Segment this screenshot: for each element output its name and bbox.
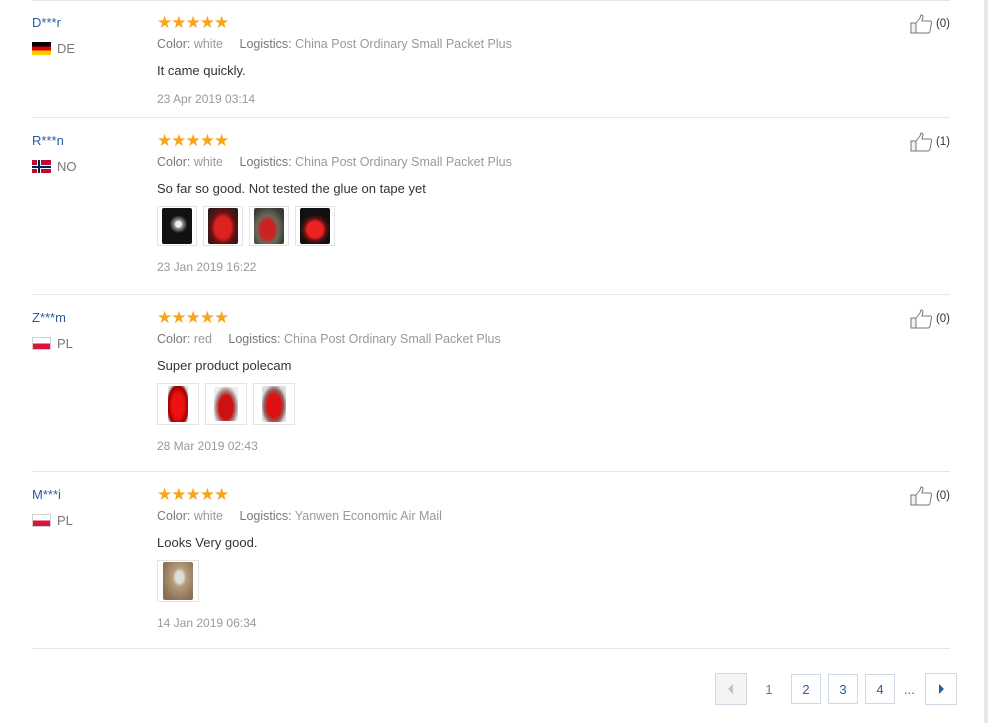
review-content: ★★★★★ Color: white Logistics: China Post… bbox=[157, 14, 525, 106]
helpful-count: (1) bbox=[935, 136, 950, 148]
thumbs-up-icon bbox=[910, 132, 933, 152]
color-value: white bbox=[193, 509, 224, 523]
helpful-count: (0) bbox=[935, 490, 950, 502]
next-page-button[interactable] bbox=[924, 673, 957, 705]
review-photo-thumbnail[interactable] bbox=[295, 206, 335, 246]
logistics-value: China Post Ordinary Small Packet Plus bbox=[295, 37, 512, 51]
logistics-value: China Post Ordinary Small Packet Plus bbox=[295, 155, 512, 169]
logistics-label: Logistics: bbox=[239, 37, 292, 51]
reviewer-country: NO bbox=[32, 159, 77, 174]
color-label: Color: bbox=[157, 37, 191, 51]
country-code: NO bbox=[57, 159, 77, 174]
thumbs-up-icon bbox=[910, 486, 933, 506]
review-content: ★★★★★ Color: white Logistics: China Post… bbox=[157, 132, 525, 274]
scrollbar-track[interactable] bbox=[984, 0, 988, 723]
pagination-ellipsis: ... bbox=[904, 681, 915, 697]
review-meta: Color: white Logistics: China Post Ordin… bbox=[157, 37, 525, 51]
logistics-value: China Post Ordinary Small Packet Plus bbox=[283, 332, 501, 346]
country-code: PL bbox=[57, 336, 73, 351]
color-label: Color: bbox=[157, 332, 191, 346]
review-meta: Color: white Logistics: China Post Ordin… bbox=[157, 155, 525, 169]
color-value: red bbox=[193, 332, 212, 346]
review-content: ★★★★★ Color: red Logistics: China Post O… bbox=[157, 309, 514, 453]
chevron-right-icon bbox=[938, 684, 944, 694]
prev-page-button[interactable] bbox=[715, 673, 747, 705]
star-rating: ★★★★★ bbox=[157, 308, 229, 327]
review-photo-thumbnail[interactable] bbox=[249, 206, 289, 246]
review-photo-thumbnail[interactable] bbox=[253, 383, 295, 425]
review-date: 23 Apr 2019 03:14 bbox=[157, 92, 256, 106]
reviewer-country: DE bbox=[32, 41, 75, 56]
helpful-button[interactable]: (0) bbox=[910, 309, 950, 329]
helpful-button[interactable]: (1) bbox=[910, 132, 950, 152]
current-page: 1 bbox=[765, 681, 773, 697]
thumbs-up-icon bbox=[910, 309, 933, 329]
helpful-count: (0) bbox=[935, 313, 950, 325]
helpful-button[interactable]: (0) bbox=[910, 14, 950, 34]
helpful-count: (0) bbox=[935, 18, 950, 30]
page-3-button[interactable]: 3 bbox=[828, 674, 858, 704]
review-meta: Color: white Logistics: Yanwen Economic … bbox=[157, 509, 455, 523]
review-photo-thumbnail[interactable] bbox=[157, 560, 199, 602]
helpful-button[interactable]: (0) bbox=[910, 486, 950, 506]
review-text: It came quickly. bbox=[157, 63, 246, 78]
star-rating: ★★★★★ bbox=[157, 485, 229, 504]
review-photo-thumbnail[interactable] bbox=[157, 206, 197, 246]
review-date: 14 Jan 2019 06:34 bbox=[157, 616, 257, 630]
logistics-label: Logistics: bbox=[239, 155, 292, 169]
review-text: So far so good. Not tested the glue on t… bbox=[157, 181, 426, 196]
reviewer-country: PL bbox=[32, 336, 73, 351]
color-label: Color: bbox=[157, 155, 191, 169]
color-value: white bbox=[193, 37, 224, 51]
flag-no-icon bbox=[32, 160, 51, 173]
review-item: D***r DE ★★★★★ Color: white Logistics: C… bbox=[32, 0, 950, 118]
review-text: Super product polecam bbox=[157, 358, 292, 373]
color-label: Color: bbox=[157, 509, 191, 523]
logistics-label: Logistics: bbox=[228, 332, 281, 346]
review-photos bbox=[157, 383, 514, 425]
logistics-value: Yanwen Economic Air Mail bbox=[294, 509, 442, 523]
review-meta: Color: red Logistics: China Post Ordinar… bbox=[157, 332, 514, 346]
color-value: white bbox=[193, 155, 224, 169]
review-photos bbox=[157, 560, 455, 602]
star-rating: ★★★★★ bbox=[157, 131, 229, 150]
review-date: 23 Jan 2019 16:22 bbox=[157, 260, 257, 274]
flag-de-icon bbox=[32, 42, 51, 55]
review-item: R***n NO ★★★★★ Color: white Logistics: C… bbox=[32, 118, 950, 295]
review-item: Z***m PL ★★★★★ Color: red Logistics: Chi… bbox=[32, 295, 950, 472]
review-photo-thumbnail[interactable] bbox=[205, 383, 247, 425]
review-photo-thumbnail[interactable] bbox=[157, 383, 199, 425]
review-item: M***i PL ★★★★★ Color: white Logistics: Y… bbox=[32, 472, 950, 649]
reviewer-country: PL bbox=[32, 513, 73, 528]
country-code: PL bbox=[57, 513, 73, 528]
country-code: DE bbox=[57, 41, 76, 56]
flag-pl-icon bbox=[32, 337, 51, 350]
chevron-left-icon bbox=[728, 684, 733, 694]
reviewer-name[interactable]: R***n bbox=[32, 133, 64, 148]
review-photo-thumbnail[interactable] bbox=[203, 206, 243, 246]
page-2-button[interactable]: 2 bbox=[791, 674, 821, 704]
star-rating: ★★★★★ bbox=[157, 13, 229, 32]
reviewer-name[interactable]: Z***m bbox=[32, 310, 66, 325]
pagination: 1 2 3 4 ... bbox=[715, 673, 964, 705]
page-4-button[interactable]: 4 bbox=[865, 674, 895, 704]
review-date: 28 Mar 2019 02:43 bbox=[157, 439, 258, 453]
review-photos bbox=[157, 206, 525, 246]
reviewer-name[interactable]: D***r bbox=[32, 15, 61, 30]
flag-pl-icon bbox=[32, 514, 51, 527]
reviewer-name[interactable]: M***i bbox=[32, 487, 61, 502]
review-text: Looks Very good. bbox=[157, 535, 258, 550]
review-content: ★★★★★ Color: white Logistics: Yanwen Eco… bbox=[157, 486, 455, 630]
logistics-label: Logistics: bbox=[239, 509, 292, 523]
thumbs-up-icon bbox=[910, 14, 933, 34]
